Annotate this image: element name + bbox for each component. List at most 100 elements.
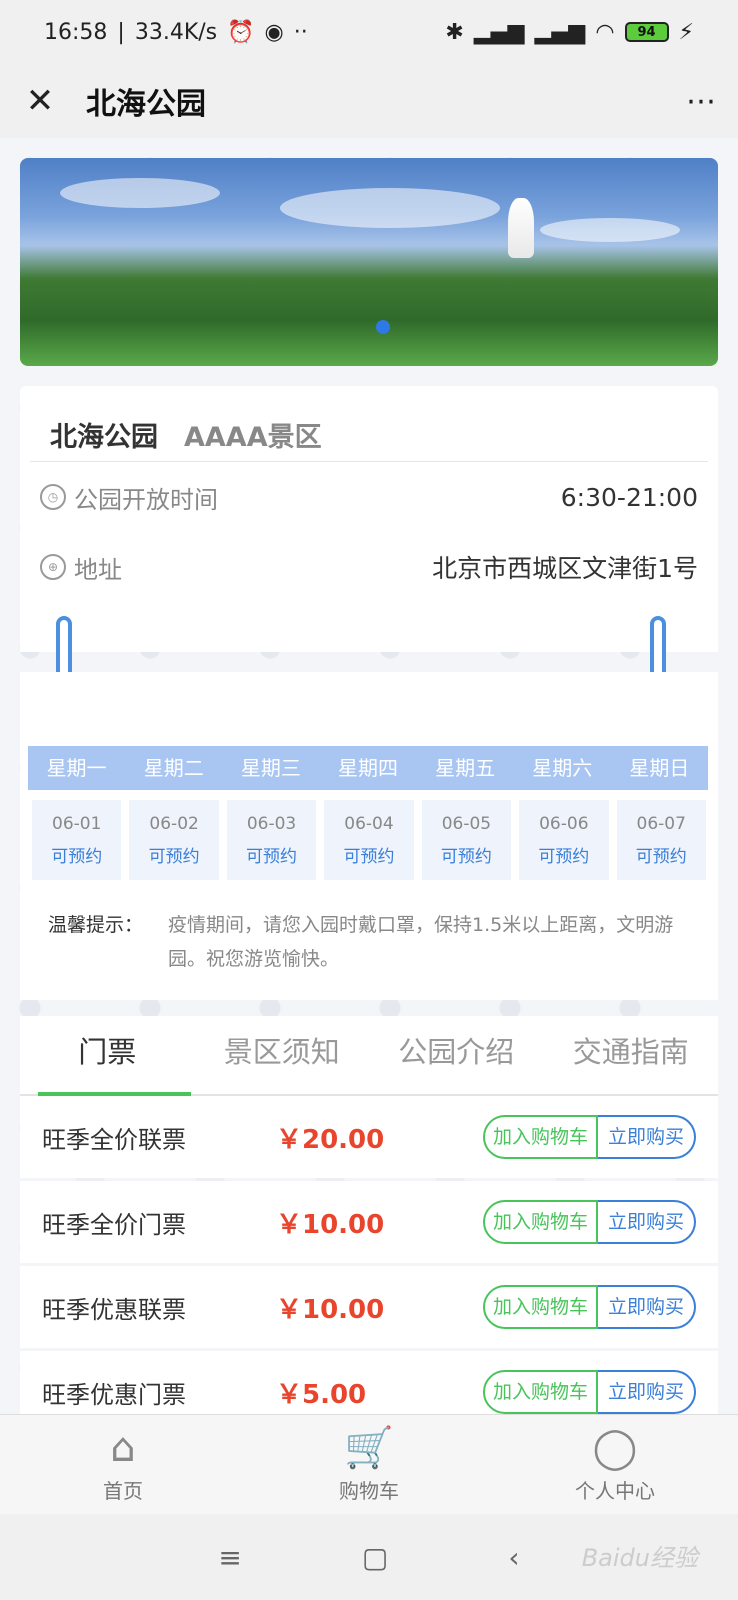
day-status: 可预约	[343, 846, 395, 867]
more-button[interactable]: ⋯	[686, 84, 718, 119]
day-date: 06-07	[636, 813, 686, 834]
ticket-name: 旺季全价联票	[42, 1125, 186, 1154]
ticket-actions: 加入购物车 立即购买	[482, 1370, 696, 1414]
ticket-price: ￥10.00	[276, 1209, 385, 1240]
day-date: 06-06	[539, 813, 589, 834]
buy-now-button[interactable]: 立即购买	[597, 1200, 696, 1244]
buy-now-button[interactable]: 立即购买	[597, 1370, 696, 1414]
ticket-actions: 加入购物车 立即购买	[482, 1115, 696, 1159]
home-icon: ⌂	[110, 1425, 136, 1471]
status-bar: 16:58 | 33.4K/s ⏰ ◉ ·· ✱ ▂▄▆ ▂▄▆ ◠ 94 ⚡	[0, 0, 738, 64]
signal-icon: ▂▄▆	[473, 19, 525, 45]
banner-cloud	[540, 218, 680, 242]
address-value: 北京市西城区文津街1号	[432, 554, 698, 583]
address-row: ⊕ 地址 北京市西城区文津街1号	[20, 532, 718, 602]
close-button[interactable]: ✕	[20, 81, 60, 121]
park-level: AAAA景区	[184, 422, 322, 453]
ticket-actions: 加入购物车 立即购买	[482, 1285, 696, 1329]
buy-now-button[interactable]: 立即购买	[597, 1285, 696, 1329]
pagoda-image	[508, 198, 534, 258]
day-cell[interactable]: 06-07 可预约	[616, 800, 706, 880]
wifi-icon: ◠	[595, 19, 615, 45]
nav-profile[interactable]: ◯ 个人中心	[492, 1415, 738, 1514]
ticket-name: 旺季全价门票	[42, 1210, 186, 1239]
battery-icon: 94	[624, 22, 669, 42]
signal-hd-icon: ▂▄▆	[534, 19, 586, 45]
day-cell[interactable]: 06-03 可预约	[226, 800, 317, 880]
day-cell[interactable]: 06-01 可预约	[32, 800, 122, 880]
add-to-cart-button[interactable]: 加入购物车	[482, 1115, 598, 1159]
carousel-indicator[interactable]	[376, 320, 390, 334]
tip-label: 温馨提示：	[48, 914, 144, 936]
weekday-label: 星期一	[46, 756, 107, 780]
ticket-row: 旺季优惠联票 ￥10.00 加入购物车 立即购买	[20, 1266, 718, 1348]
weekday-header: 星期一 星期二 星期三 星期四 星期五 星期六 星期日	[28, 746, 708, 790]
warm-tip: 温馨提示： 疫情期间，请您入园时戴口罩，保持1.5米以上距离，文明游园。祝您游览…	[48, 908, 698, 976]
status-time: 16:58	[44, 19, 108, 45]
park-info-card: 北海公园 AAAA景区 ◷ 公园开放时间 6:30-21:00 ⊕ 地址 北京市…	[20, 386, 718, 652]
day-status: 可预约	[148, 846, 200, 867]
charging-icon: ⚡	[678, 19, 694, 45]
day-cell[interactable]: 06-06 可预约	[519, 800, 609, 880]
status-divider: |	[117, 19, 125, 45]
weekday-label: 星期三	[240, 756, 301, 780]
day-date: 06-05	[441, 813, 492, 834]
nav-label: 购物车	[339, 1479, 399, 1503]
weekday-label: 星期二	[143, 756, 204, 780]
day-date: 06-02	[149, 813, 199, 834]
add-to-cart-button[interactable]: 加入购物车	[482, 1285, 598, 1329]
day-date: 06-04	[344, 813, 394, 834]
bottom-nav: ⌂ 首页 🛒 购物车 ◯ 个人中心	[0, 1414, 738, 1514]
clock-icon: ◷	[40, 484, 66, 510]
user-icon: ◯	[592, 1425, 638, 1471]
weekday-label: 星期五	[435, 756, 496, 780]
banner-image[interactable]	[20, 158, 718, 366]
ticket-price: ￥5.00	[276, 1379, 367, 1410]
ticket-actions: 加入购物车 立即购买	[482, 1200, 696, 1244]
banner-cloud	[60, 178, 220, 208]
home-square-icon[interactable]: ▢	[362, 1541, 388, 1574]
opening-hours-row: ◷ 公园开放时间 6:30-21:00	[20, 462, 718, 532]
status-left: 16:58 | 33.4K/s ⏰ ◉ ··	[44, 20, 308, 45]
watermark: Baidu经验	[581, 1544, 698, 1572]
hours-value: 6:30-21:00	[560, 482, 698, 512]
day-cell[interactable]: 06-05 可预约	[421, 800, 512, 880]
nav-label: 首页	[103, 1479, 143, 1503]
status-right: ✱ ▂▄▆ ▂▄▆ ◠ 94 ⚡	[445, 20, 694, 45]
ticket-price: ￥20.00	[276, 1124, 385, 1155]
add-to-cart-button[interactable]: 加入购物车	[482, 1200, 598, 1244]
ticket-name: 旺季优惠门票	[42, 1380, 186, 1409]
ticket-row: 旺季全价联票 ￥20.00 加入购物车 立即购买	[20, 1096, 718, 1178]
top-bar: ✕ 北海公园 ⋯	[0, 64, 738, 138]
day-status: 可预约	[538, 846, 590, 867]
globe-icon: ⊕	[40, 554, 66, 580]
weekday-label: 星期六	[532, 756, 593, 780]
day-cell[interactable]: 06-02 可预约	[129, 800, 219, 880]
content-area[interactable]: 北海公园 AAAA景区 ◷ 公园开放时间 6:30-21:00 ⊕ 地址 北京市…	[0, 138, 738, 1414]
ticket-name: 旺季优惠联票	[42, 1295, 186, 1324]
hours-label: 公园开放时间	[74, 485, 218, 514]
day-cells: 06-01 可预约 06-02 可预约 06-03 可预约 06-04 可预约 …	[32, 800, 706, 880]
add-to-cart-button[interactable]: 加入购物车	[482, 1370, 598, 1414]
tab-scenic-notice[interactable]: 景区须知	[195, 1016, 370, 1094]
network-speed: 33.4K/s	[134, 19, 218, 45]
menu-icon[interactable]: ≡	[218, 1541, 241, 1574]
tab-tickets[interactable]: 门票	[20, 1016, 195, 1096]
day-date: 06-01	[52, 813, 102, 834]
address-label: 地址	[74, 555, 122, 584]
day-status: 可预约	[440, 846, 492, 867]
alarm-icon: ⏰	[227, 19, 255, 45]
reservation-calendar: 星期一 星期二 星期三 星期四 星期五 星期六 星期日 06-01 可预约 06…	[20, 672, 718, 1000]
tab-traffic-guide[interactable]: 交通指南	[544, 1016, 719, 1094]
nav-cart[interactable]: 🛒 购物车	[246, 1415, 492, 1514]
tab-park-intro[interactable]: 公园介绍	[369, 1016, 544, 1094]
banner-cloud	[280, 188, 500, 228]
day-status: 可预约	[635, 846, 687, 867]
day-cell[interactable]: 06-04 可预约	[324, 800, 414, 880]
buy-now-button[interactable]: 立即购买	[597, 1115, 696, 1159]
more-notifications-icon: ··	[293, 19, 308, 45]
nav-label: 个人中心	[575, 1479, 655, 1503]
nav-home[interactable]: ⌂ 首页	[0, 1415, 246, 1514]
back-icon[interactable]: ‹	[508, 1541, 519, 1574]
park-header: 北海公园 AAAA景区	[30, 386, 708, 462]
